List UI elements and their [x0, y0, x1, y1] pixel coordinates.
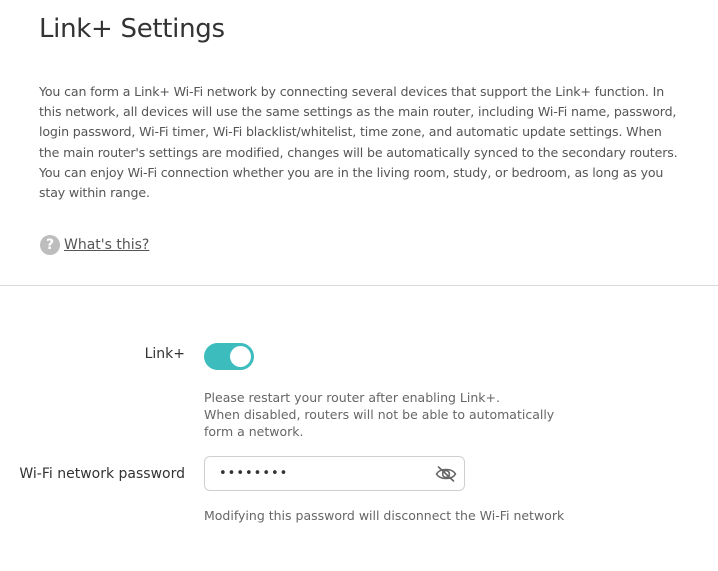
link-plus-label: Link+ — [144, 346, 185, 362]
restart-hint: Please restart your router after enablin… — [204, 390, 500, 405]
description: You can form a Link+ Wi-Fi network by co… — [39, 82, 679, 203]
toggle-knob — [230, 346, 251, 367]
password-hint: Modifying this password will disconnect … — [204, 508, 565, 523]
link-plus-toggle[interactable] — [204, 343, 254, 370]
divider — [0, 285, 718, 286]
question-mark-icon[interactable]: ? — [40, 234, 60, 255]
help-row[interactable]: ? What's this? — [40, 234, 149, 255]
eye-hidden-icon[interactable] — [435, 464, 457, 484]
disabled-hint: When disabled, routers will not be able … — [204, 407, 555, 439]
whats-this-link[interactable]: What's this? — [64, 237, 149, 253]
link-plus-hint: Please restart your router after enablin… — [204, 389, 584, 440]
description-paragraph: You can enjoy Wi-Fi connection whether y… — [39, 164, 664, 201]
wifi-password-label: Wi-Fi network password — [19, 466, 185, 482]
wifi-password-input[interactable] — [219, 457, 419, 490]
page-title: Link+ Settings — [39, 14, 225, 44]
description-paragraph: You can form a Link+ Wi-Fi network by co… — [39, 84, 678, 160]
wifi-password-field[interactable] — [204, 456, 465, 491]
